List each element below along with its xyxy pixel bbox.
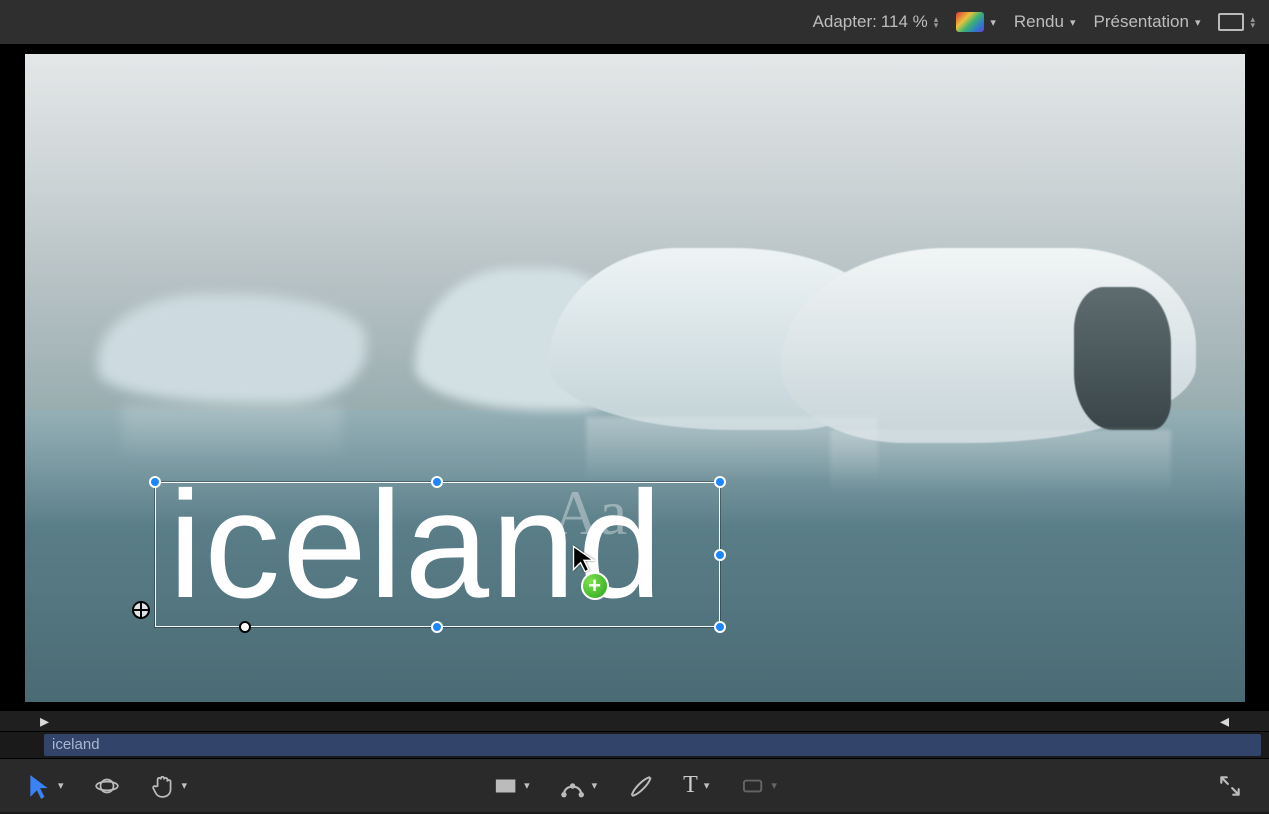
text-layer-selection[interactable]: iceland Aa + [155,482,720,627]
view-menu[interactable]: Présentation ▾ [1093,12,1200,32]
chevron-down-icon: ▾ [58,779,64,792]
baseline-handle[interactable] [239,621,251,633]
chevron-down-icon: ▾ [592,779,598,792]
rectangle-icon [1218,13,1244,31]
stepper-icon: ▴▾ [934,16,939,28]
text-tool[interactable]: T ▾ [683,772,709,799]
paint-brush-tool[interactable] [627,773,653,799]
fit-label: Adapter: [813,12,877,32]
in-point-marker-icon[interactable]: ▸ [40,711,49,732]
iceberg-dark-rock [1074,287,1172,430]
select-tool[interactable]: ▾ [26,773,64,799]
render-menu[interactable]: Rendu ▾ [1014,12,1076,32]
resize-handle[interactable] [431,621,443,633]
chevron-down-icon: ▾ [524,779,530,792]
canvas[interactable]: iceland Aa + [25,54,1245,702]
iceberg-reflection [830,430,1172,495]
resize-handle[interactable] [431,476,443,488]
out-point-marker-icon[interactable]: ◂ [1220,711,1229,732]
render-label: Rendu [1014,12,1064,32]
resize-handle[interactable] [149,476,161,488]
chevron-down-icon: ▾ [990,16,996,29]
chevron-down-icon: ▾ [771,779,777,792]
expand-fullscreen-button[interactable] [1217,773,1243,799]
anchor-origin-handle[interactable] [132,601,150,619]
color-channel-control[interactable]: ▾ [956,12,996,32]
aspect-menu[interactable]: ▴▾ [1218,13,1255,31]
add-drop-badge-icon: + [581,572,609,600]
mini-timeline-ruler[interactable]: ▸ ◂ [0,710,1269,732]
viewer-top-toolbar: Adapter: 114 % ▴▾ ▾ Rendu ▾ Présentation… [0,0,1269,46]
stepper-icon: ▴▾ [1250,16,1255,28]
hand-pan-tool[interactable]: ▾ [150,773,188,799]
zoom-value: 114 % [881,12,928,32]
resize-handle[interactable] [714,476,726,488]
canvas-bottom-toolbar: ▾ ▾ ▾ ▾ T ▾ ▾ [0,758,1269,812]
iceberg-shape [98,294,366,404]
mini-timeline-track[interactable]: iceland [0,732,1269,758]
iceberg-reflection [122,404,342,462]
resize-handle[interactable] [714,549,726,561]
view-label: Présentation [1093,12,1188,32]
pen-bezier-tool[interactable]: ▾ [560,773,598,799]
chevron-down-icon: ▾ [1195,16,1201,29]
color-swatch-icon [956,12,984,32]
canvas-area: iceland Aa + [0,46,1269,710]
resize-handle[interactable] [714,621,726,633]
shape-tool[interactable]: ▾ [739,773,777,799]
chevron-down-icon: ▾ [704,779,710,792]
clip-label: iceland [52,736,100,753]
rectangle-mask-tool[interactable]: ▾ [492,773,530,799]
orbit-3d-tool[interactable] [94,773,120,799]
selection-rectangle [155,482,720,627]
chevron-down-icon: ▾ [182,779,188,792]
text-tool-label: T [683,772,698,799]
chevron-down-icon: ▾ [1070,16,1076,29]
clip-item[interactable]: iceland [44,734,1261,756]
fit-zoom-control[interactable]: Adapter: 114 % ▴▾ [813,12,939,32]
